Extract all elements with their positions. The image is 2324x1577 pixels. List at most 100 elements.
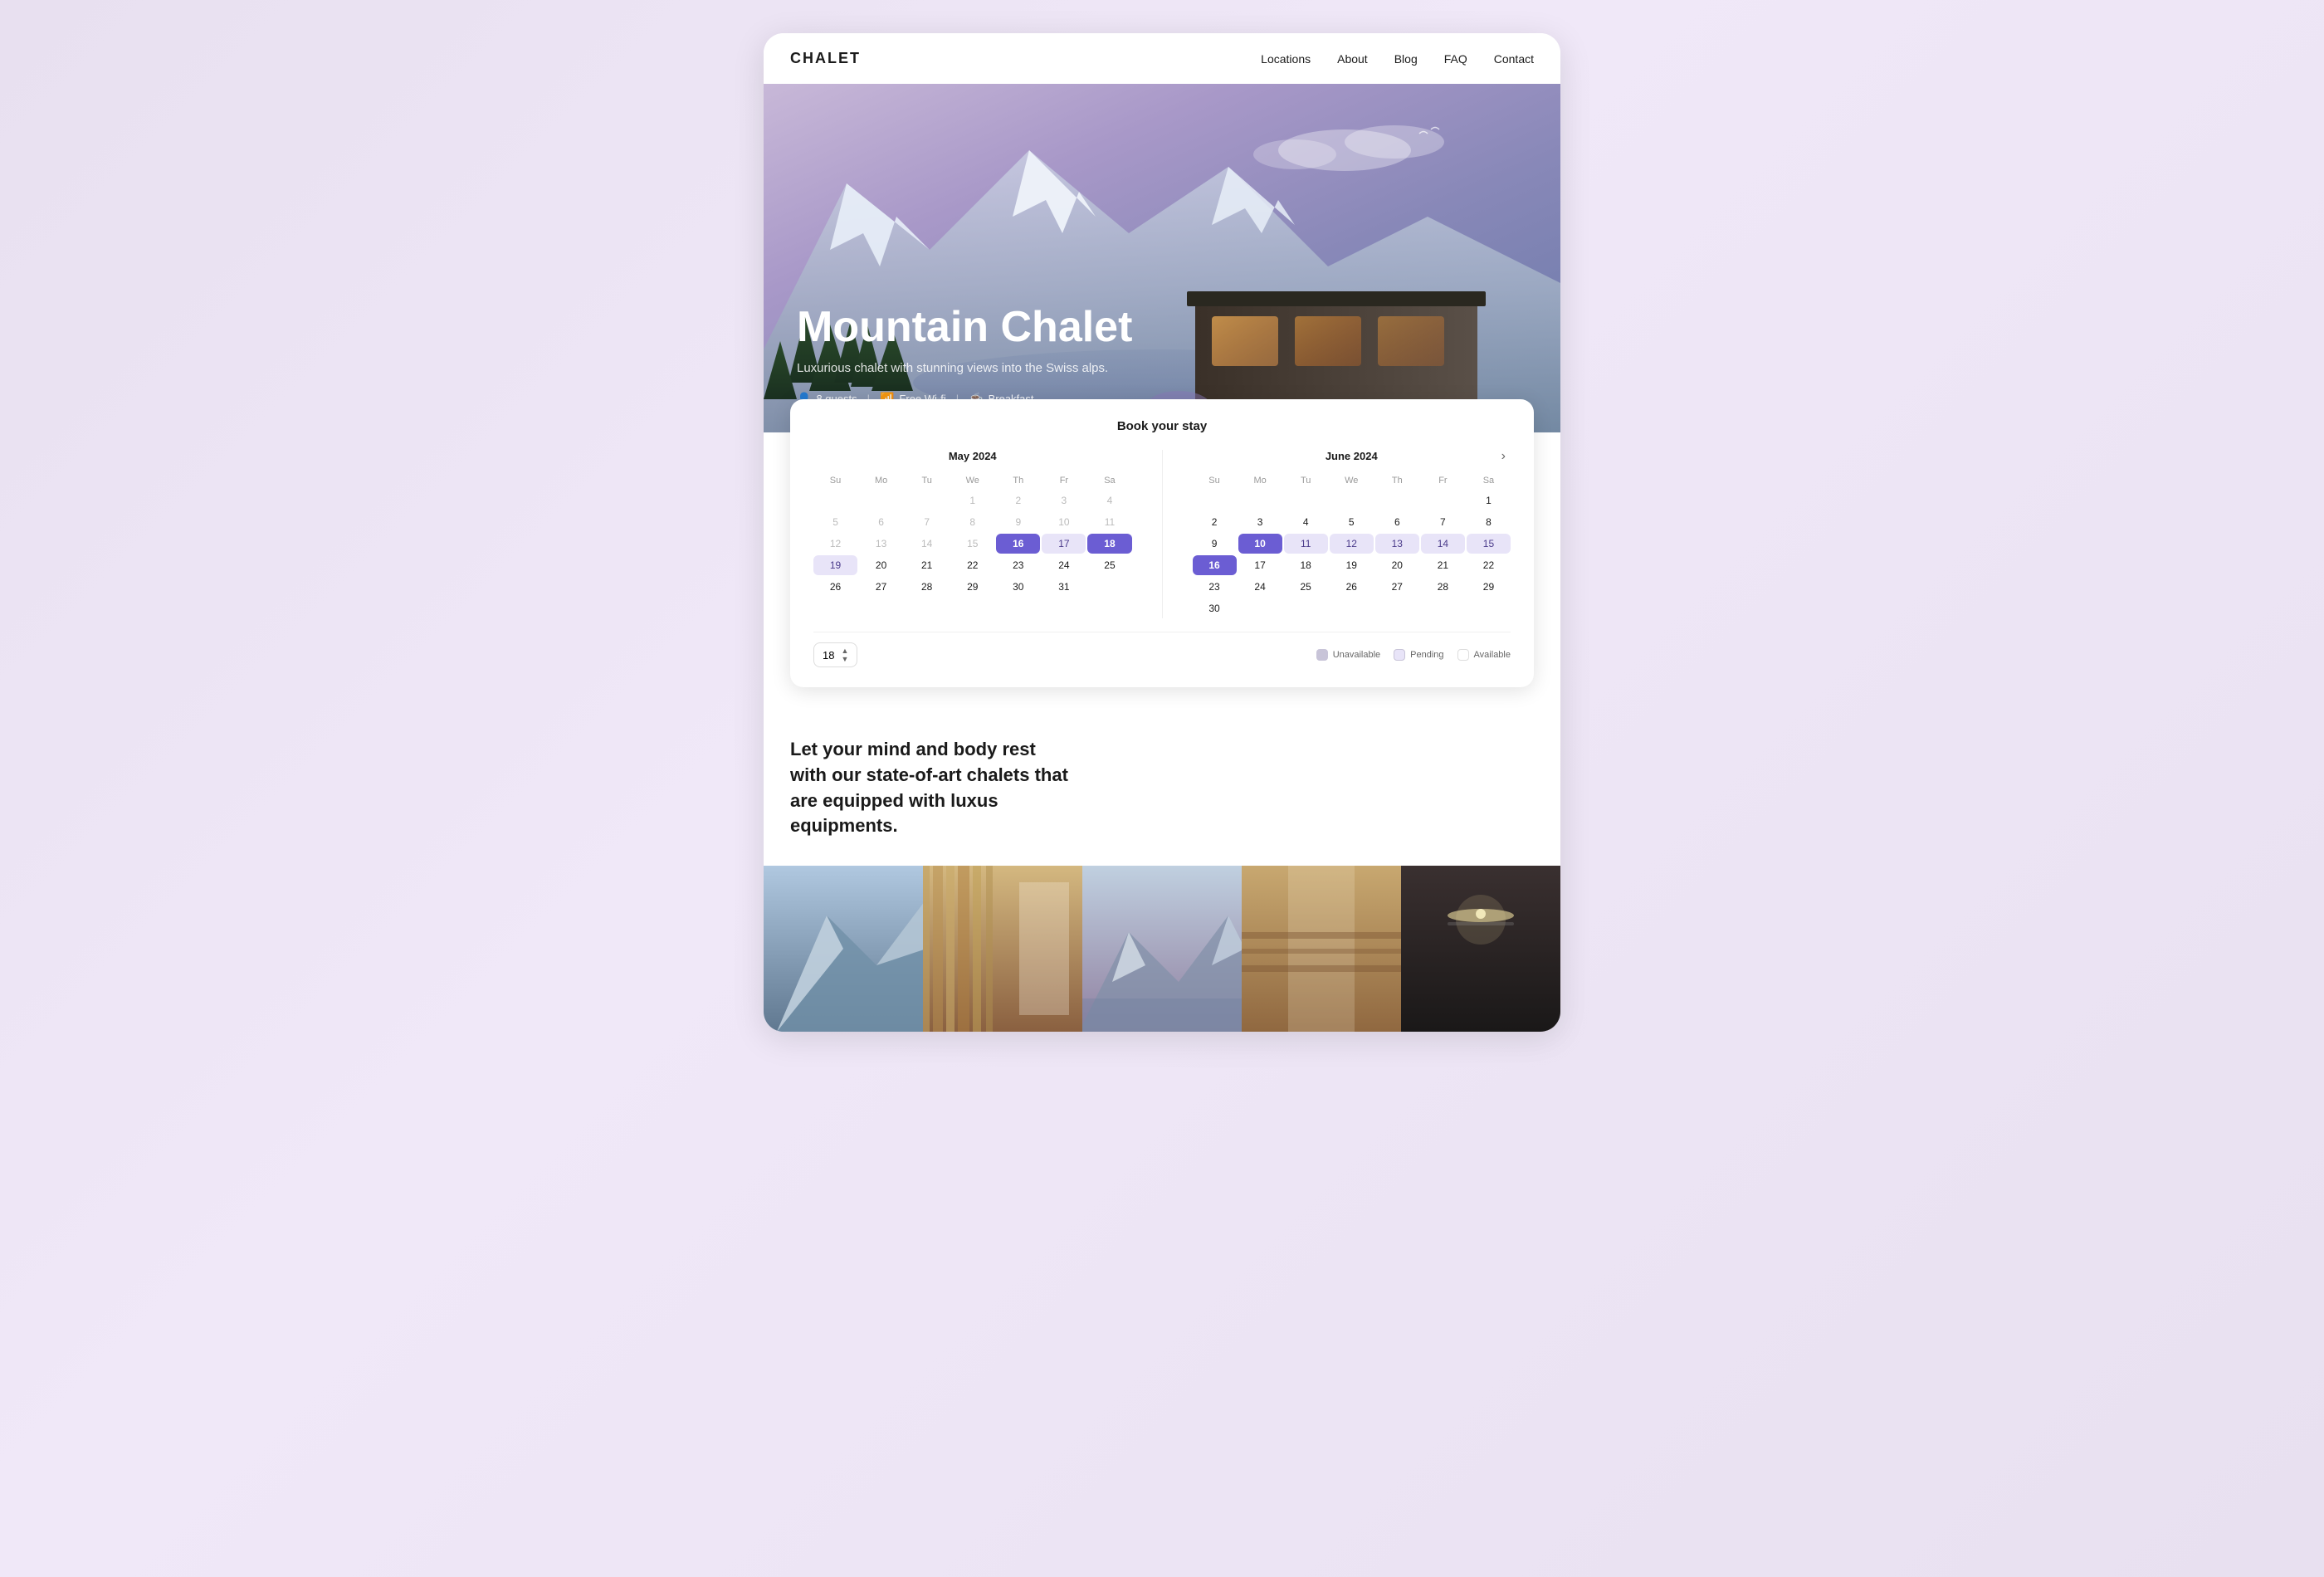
may-day[interactable]: 29 xyxy=(950,577,994,597)
may-day[interactable]: 18 xyxy=(1087,534,1131,554)
may-day[interactable]: 4 xyxy=(1087,491,1131,510)
guests-up-arrow[interactable]: ▲ xyxy=(841,647,848,655)
june-day[interactable]: 16 xyxy=(1193,555,1237,575)
may-day[interactable]: 9 xyxy=(996,512,1040,532)
may-day[interactable]: 22 xyxy=(950,555,994,575)
may-day[interactable]: 26 xyxy=(813,577,857,597)
june-day[interactable]: 11 xyxy=(1284,534,1328,554)
may-day[interactable]: 11 xyxy=(1087,512,1131,532)
may-day-header: Sa xyxy=(1087,472,1131,489)
gallery-item-1[interactable] xyxy=(764,866,923,1032)
june-day[interactable]: 7 xyxy=(1421,512,1465,532)
hero-subtitle: Luxurious chalet with stunning views int… xyxy=(797,361,1527,375)
may-day xyxy=(905,491,949,510)
june-day xyxy=(1330,491,1374,510)
june-day[interactable]: 24 xyxy=(1238,577,1282,597)
june-day-header: Sa xyxy=(1467,472,1511,489)
june-day[interactable]: 13 xyxy=(1375,534,1419,554)
june-day[interactable]: 10 xyxy=(1238,534,1282,554)
guests-down-arrow[interactable]: ▼ xyxy=(841,655,848,663)
may-day[interactable]: 1 xyxy=(950,491,994,510)
june-day[interactable]: 4 xyxy=(1284,512,1328,532)
calendar-next-button[interactable]: › xyxy=(1496,447,1511,466)
june-day[interactable]: 26 xyxy=(1330,577,1374,597)
june-day[interactable]: 25 xyxy=(1284,577,1328,597)
may-day[interactable]: 27 xyxy=(859,577,903,597)
june-day[interactable]: 8 xyxy=(1467,512,1511,532)
unavailable-box xyxy=(1316,649,1328,661)
june-day xyxy=(1330,598,1374,618)
may-day[interactable]: 30 xyxy=(996,577,1040,597)
june-day[interactable]: 21 xyxy=(1421,555,1465,575)
booking-card: Book your stay May 2024 SuMoTuWeThFrSa12… xyxy=(790,399,1534,687)
june-day[interactable]: 19 xyxy=(1330,555,1374,575)
may-day[interactable]: 17 xyxy=(1042,534,1086,554)
may-day[interactable]: 23 xyxy=(996,555,1040,575)
june-day[interactable]: 29 xyxy=(1467,577,1511,597)
may-day[interactable]: 8 xyxy=(950,512,994,532)
pending-label: Pending xyxy=(1410,650,1443,660)
may-day[interactable]: 15 xyxy=(950,534,994,554)
june-day[interactable]: 28 xyxy=(1421,577,1465,597)
may-day[interactable]: 25 xyxy=(1087,555,1131,575)
may-day[interactable]: 19 xyxy=(813,555,857,575)
june-day[interactable]: 18 xyxy=(1284,555,1328,575)
gallery-item-5[interactable] xyxy=(1401,866,1560,1032)
gallery-item-4[interactable] xyxy=(1242,866,1401,1032)
june-calendar-header: June 2024 › xyxy=(1193,450,1511,462)
may-day[interactable]: 24 xyxy=(1042,555,1086,575)
may-day[interactable]: 12 xyxy=(813,534,857,554)
tagline-section: Let your mind and body rest with our sta… xyxy=(764,704,1560,866)
may-day[interactable]: 10 xyxy=(1042,512,1086,532)
nav-locations[interactable]: Locations xyxy=(1261,52,1311,66)
june-day[interactable]: 14 xyxy=(1421,534,1465,554)
legend-unavailable: Unavailable xyxy=(1316,649,1380,661)
june-day[interactable]: 2 xyxy=(1193,512,1237,532)
may-day-header: Mo xyxy=(859,472,903,489)
june-day xyxy=(1193,491,1237,510)
june-day xyxy=(1421,598,1465,618)
may-day[interactable]: 16 xyxy=(996,534,1040,554)
nav-contact[interactable]: Contact xyxy=(1494,52,1534,66)
may-day[interactable]: 2 xyxy=(996,491,1040,510)
may-day[interactable]: 14 xyxy=(905,534,949,554)
may-day[interactable]: 3 xyxy=(1042,491,1086,510)
may-grid[interactable]: SuMoTuWeThFrSa12345678910111213141516171… xyxy=(813,472,1132,597)
may-calendar-header: May 2024 xyxy=(813,450,1132,462)
nav-about[interactable]: About xyxy=(1337,52,1368,66)
gallery-item-2[interactable] xyxy=(923,866,1082,1032)
may-day[interactable]: 5 xyxy=(813,512,857,532)
legend: Unavailable Pending Available xyxy=(1316,649,1511,661)
may-day-header: Fr xyxy=(1042,472,1086,489)
may-day[interactable]: 21 xyxy=(905,555,949,575)
may-day[interactable]: 7 xyxy=(905,512,949,532)
june-day[interactable]: 30 xyxy=(1193,598,1237,618)
june-day[interactable]: 17 xyxy=(1238,555,1282,575)
june-day[interactable]: 23 xyxy=(1193,577,1237,597)
june-day[interactable]: 12 xyxy=(1330,534,1374,554)
may-day[interactable]: 28 xyxy=(905,577,949,597)
june-day[interactable]: 3 xyxy=(1238,512,1282,532)
june-day[interactable]: 22 xyxy=(1467,555,1511,575)
gallery-item-3[interactable] xyxy=(1082,866,1242,1032)
june-day[interactable]: 1 xyxy=(1467,491,1511,510)
june-day[interactable]: 6 xyxy=(1375,512,1419,532)
header: CHALET Locations About Blog FAQ Contact xyxy=(764,33,1560,84)
june-day[interactable]: 15 xyxy=(1467,534,1511,554)
june-day[interactable]: 20 xyxy=(1375,555,1419,575)
june-day xyxy=(1467,598,1511,618)
may-day[interactable]: 13 xyxy=(859,534,903,554)
nav-faq[interactable]: FAQ xyxy=(1444,52,1467,66)
may-day[interactable]: 6 xyxy=(859,512,903,532)
may-day[interactable]: 31 xyxy=(1042,577,1086,597)
booking-section: Book your stay May 2024 SuMoTuWeThFrSa12… xyxy=(764,399,1560,704)
june-day[interactable]: 27 xyxy=(1375,577,1419,597)
nav: Locations About Blog FAQ Contact xyxy=(1261,52,1534,66)
guests-arrows[interactable]: ▲ ▼ xyxy=(841,647,848,663)
guests-selector[interactable]: 18 ▲ ▼ xyxy=(813,642,857,667)
nav-blog[interactable]: Blog xyxy=(1394,52,1418,66)
june-grid[interactable]: SuMoTuWeThFrSa12345678910111213141516171… xyxy=(1193,472,1511,618)
june-day[interactable]: 5 xyxy=(1330,512,1374,532)
june-day[interactable]: 9 xyxy=(1193,534,1237,554)
may-day[interactable]: 20 xyxy=(859,555,903,575)
